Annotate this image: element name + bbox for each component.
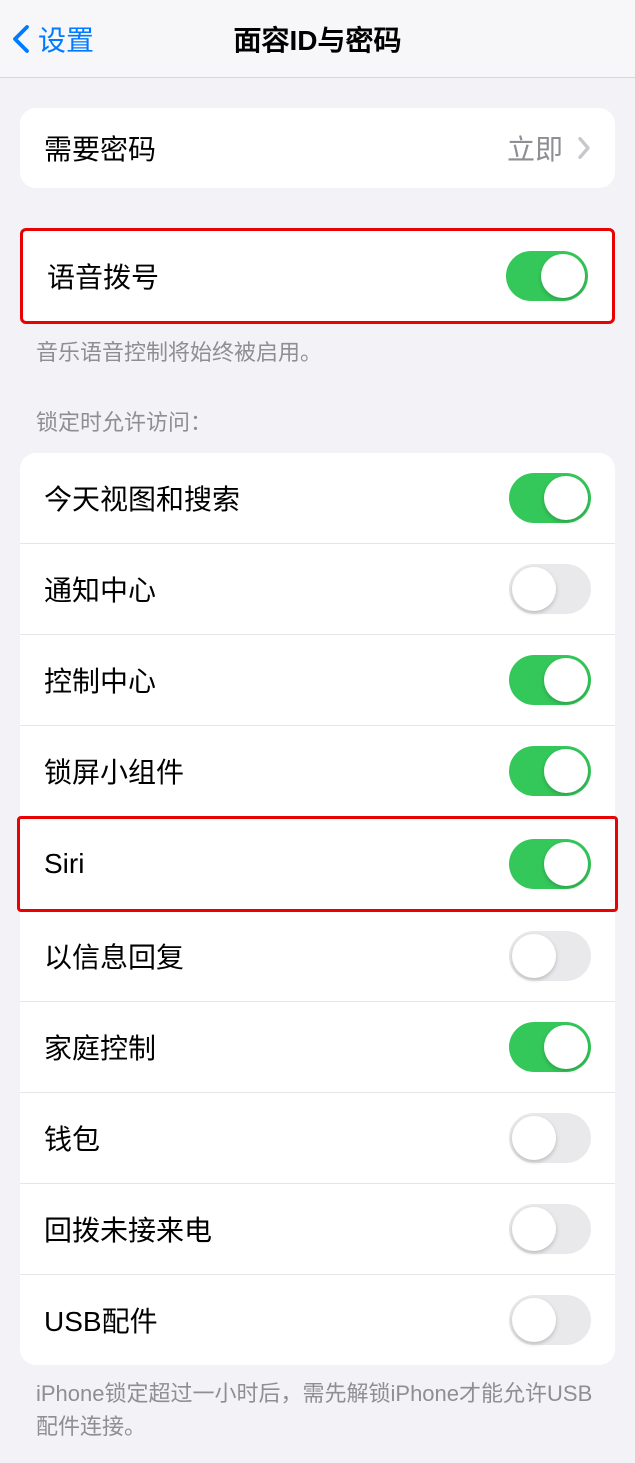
locked-access-row: USB配件: [20, 1275, 615, 1365]
locked-access-row: 控制中心: [20, 635, 615, 726]
require-passcode-label: 需要密码: [44, 128, 156, 168]
chevron-right-icon: [577, 136, 591, 160]
locked-access-row: 家庭控制: [20, 1002, 615, 1093]
voice-dial-toggle[interactable]: [506, 251, 588, 301]
locked-access-header: 锁定时允许访问：: [0, 369, 635, 447]
locked-access-toggle[interactable]: [509, 931, 591, 981]
locked-access-row: 钱包: [20, 1093, 615, 1184]
nav-header: 设置 面容ID与密码: [0, 0, 635, 78]
locked-access-label: 家庭控制: [44, 1027, 156, 1067]
voice-dial-label: 语音拨号: [47, 256, 159, 296]
back-button[interactable]: 设置: [0, 19, 94, 59]
back-label: 设置: [38, 19, 94, 59]
locked-access-toggle[interactable]: [509, 1022, 591, 1072]
locked-access-label: Siri: [44, 848, 84, 880]
locked-access-row: 以信息回复: [20, 911, 615, 1002]
locked-access-toggle[interactable]: [509, 1113, 591, 1163]
passcode-group: 需要密码 立即: [20, 108, 615, 188]
locked-access-row: 锁屏小组件: [20, 726, 615, 817]
locked-access-toggle[interactable]: [509, 1204, 591, 1254]
locked-access-toggle[interactable]: [509, 839, 591, 889]
require-passcode-value: 立即: [507, 128, 591, 168]
locked-access-toggle[interactable]: [509, 564, 591, 614]
locked-access-label: 锁屏小组件: [44, 751, 184, 791]
locked-access-group: 今天视图和搜索通知中心控制中心锁屏小组件 Siri 以信息回复家庭控制钱包回拨未接来…: [20, 453, 615, 1365]
locked-access-label: 今天视图和搜索: [44, 478, 240, 518]
locked-access-label: 以信息回复: [44, 936, 184, 976]
voice-dial-group: 语音拨号: [20, 228, 615, 324]
voice-dial-footer: 音乐语音控制将始终被启用。: [0, 324, 635, 369]
locked-access-label: USB配件: [44, 1300, 158, 1340]
require-passcode-row[interactable]: 需要密码 立即: [20, 108, 615, 188]
locked-access-toggle[interactable]: [509, 655, 591, 705]
locked-access-label: 通知中心: [44, 569, 156, 609]
locked-access-row: 今天视图和搜索: [20, 453, 615, 544]
locked-access-row: Siri: [20, 819, 615, 909]
voice-dial-row: 语音拨号: [23, 231, 612, 321]
siri-highlight-box: Siri: [17, 816, 618, 912]
locked-access-toggle[interactable]: [509, 746, 591, 796]
locked-access-row: 回拨未接来电: [20, 1184, 615, 1275]
locked-access-toggle[interactable]: [509, 473, 591, 523]
locked-access-label: 回拨未接来电: [44, 1209, 212, 1249]
locked-access-footer: iPhone锁定超过一小时后，需先解锁iPhone才能允许USB配件连接。: [0, 1365, 635, 1443]
locked-access-toggle[interactable]: [509, 1295, 591, 1345]
chevron-left-icon: [12, 24, 30, 54]
locked-access-label: 控制中心: [44, 660, 156, 700]
page-title: 面容ID与密码: [233, 19, 401, 59]
locked-access-row: 通知中心: [20, 544, 615, 635]
locked-access-label: 钱包: [44, 1118, 100, 1158]
